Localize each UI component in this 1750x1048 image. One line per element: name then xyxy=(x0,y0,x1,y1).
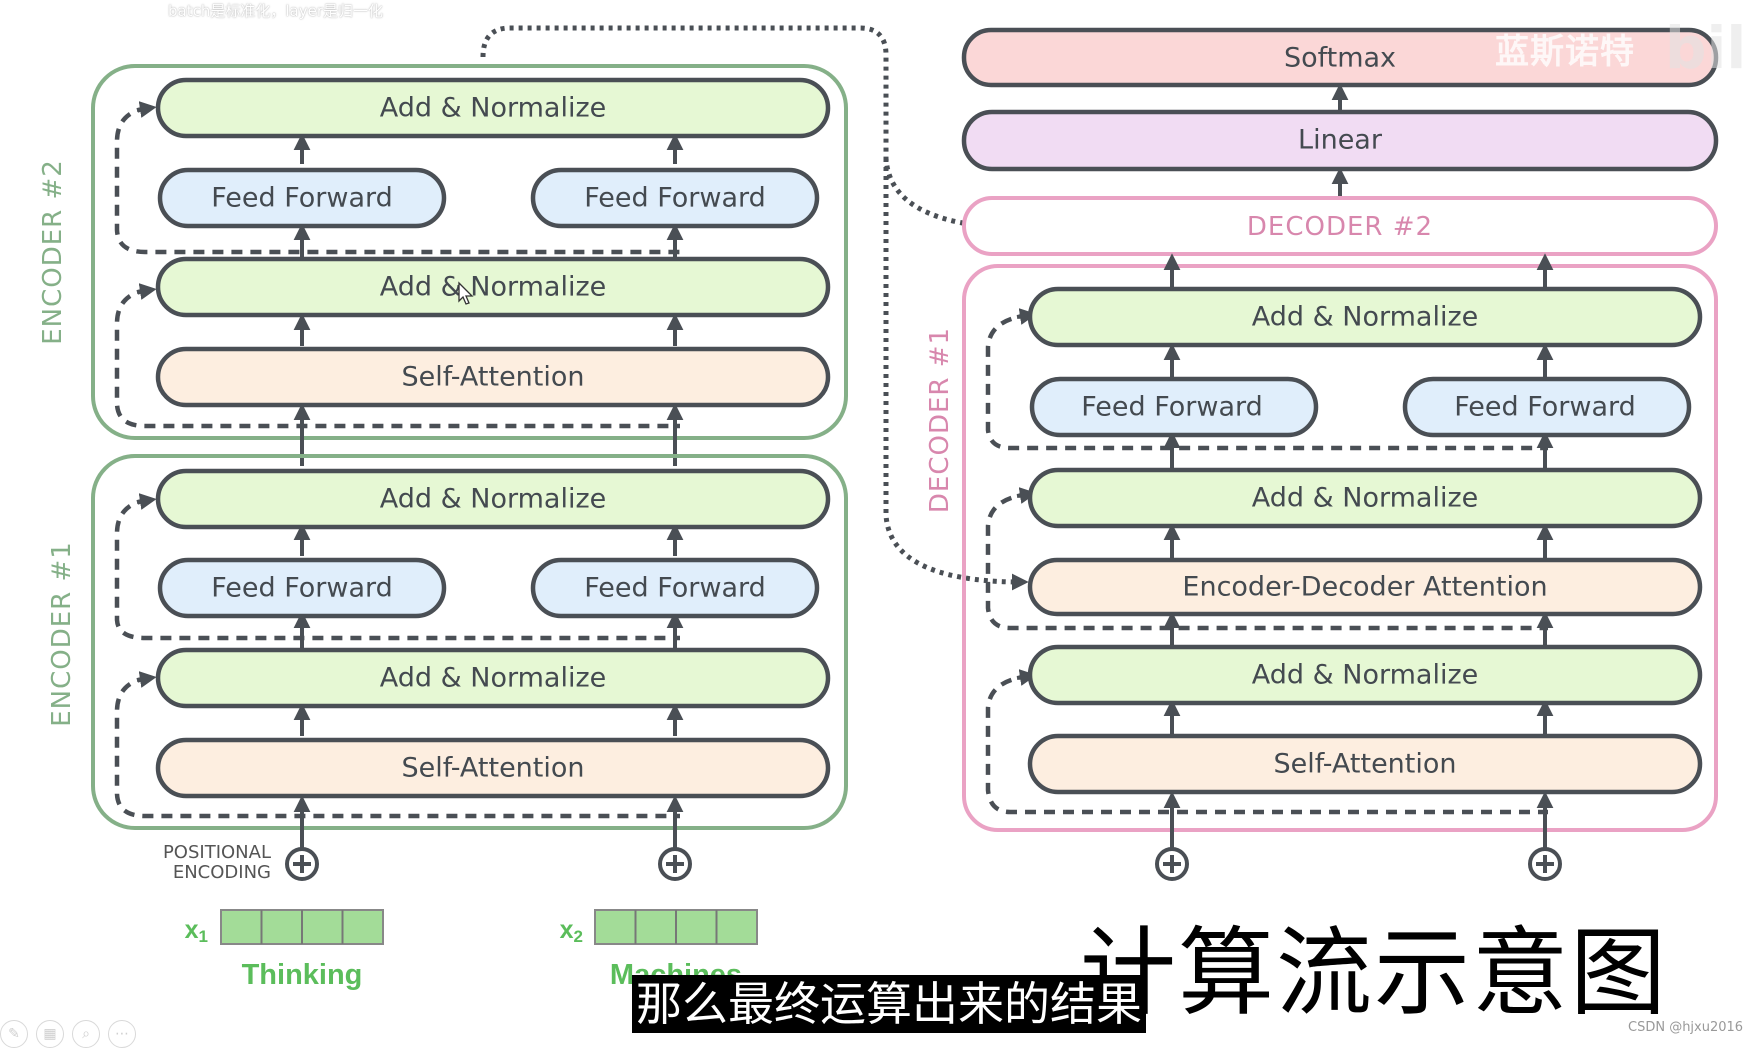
positional-add-icon xyxy=(1155,847,1189,881)
add-normalize-label: Add & Normalize xyxy=(380,93,606,124)
slide-title: 计算流示意图 xyxy=(1080,917,1668,1029)
token-var-x1: x1 xyxy=(185,916,208,946)
positional-encoding-label: ENCODING xyxy=(173,862,271,883)
self-attention-label: Self-Attention xyxy=(1273,749,1456,780)
self-attention-label: Self-Attention xyxy=(401,753,584,784)
add-normalize-label: Add & Normalize xyxy=(1252,660,1478,691)
encoder-inputs: POSITIONAL ENCODING x1 Thinking x2 xyxy=(163,842,758,991)
add-normalize-label: Add & Normalize xyxy=(380,272,606,303)
transformer-diagram: ENCODER #2 Add & Normalize Feed Forward … xyxy=(38,25,1719,991)
add-normalize-label: Add & Normalize xyxy=(380,484,606,515)
encoder-1: ENCODER #1 Add & Normalize Feed Forward … xyxy=(47,454,848,848)
brand-watermark: 蓝斯诺特 xyxy=(1495,32,1635,72)
decoder-1-label: DECODER #1 xyxy=(925,327,955,513)
embedding-vector-x1 xyxy=(220,909,384,945)
token-word-thinking: Thinking xyxy=(242,959,363,991)
positional-encoding-label: POSITIONAL xyxy=(163,842,271,863)
residual-arrow xyxy=(136,671,157,688)
feed-forward-label: Feed Forward xyxy=(584,573,766,604)
add-normalize-label: Add & Normalize xyxy=(1252,302,1478,333)
feed-forward-label: Feed Forward xyxy=(1081,392,1263,423)
encoder-decoder-attention-label: Encoder-Decoder Attention xyxy=(1182,572,1547,603)
residual-arrow xyxy=(136,493,157,510)
feed-forward-label: Feed Forward xyxy=(584,183,766,214)
feed-forward-label: Feed Forward xyxy=(1454,392,1636,423)
encoder-2-label: ENCODER #2 xyxy=(38,159,68,345)
linear-label: Linear xyxy=(1298,125,1383,156)
feed-forward-label: Feed Forward xyxy=(211,573,393,604)
top-watermark-note: batch是标准化，layer是归一化 xyxy=(168,2,383,20)
decoder-2-label: DECODER #2 xyxy=(1247,212,1433,242)
credit-watermark: CSDN @hjxu2016 xyxy=(1628,1020,1744,1035)
residual-arrow xyxy=(136,283,157,300)
decoder-2: DECODER #2 xyxy=(962,196,1718,256)
decoder-1: DECODER #1 Add & Normalize Feed Forward … xyxy=(925,253,1718,881)
embedding-vector-x2 xyxy=(594,909,758,945)
residual-arrow xyxy=(136,101,157,118)
video-subtitle: 那么最终运算出来的结果 xyxy=(632,975,1146,1033)
positional-add-icon xyxy=(658,847,692,881)
add-normalize-label: Add & Normalize xyxy=(380,663,606,694)
token-var-x2: x2 xyxy=(560,916,583,946)
encoder-1-label: ENCODER #1 xyxy=(47,541,77,727)
feed-forward-label: Feed Forward xyxy=(211,183,393,214)
encoder-2: ENCODER #2 Add & Normalize Feed Forward … xyxy=(38,64,848,466)
positional-add-icon xyxy=(285,847,319,881)
self-attention-label: Self-Attention xyxy=(401,362,584,393)
bilibili-logo-icon: bili xyxy=(1665,14,1750,82)
softmax-label: Softmax xyxy=(1284,43,1396,74)
add-normalize-label: Add & Normalize xyxy=(1252,483,1478,514)
positional-add-icon xyxy=(1528,847,1562,881)
